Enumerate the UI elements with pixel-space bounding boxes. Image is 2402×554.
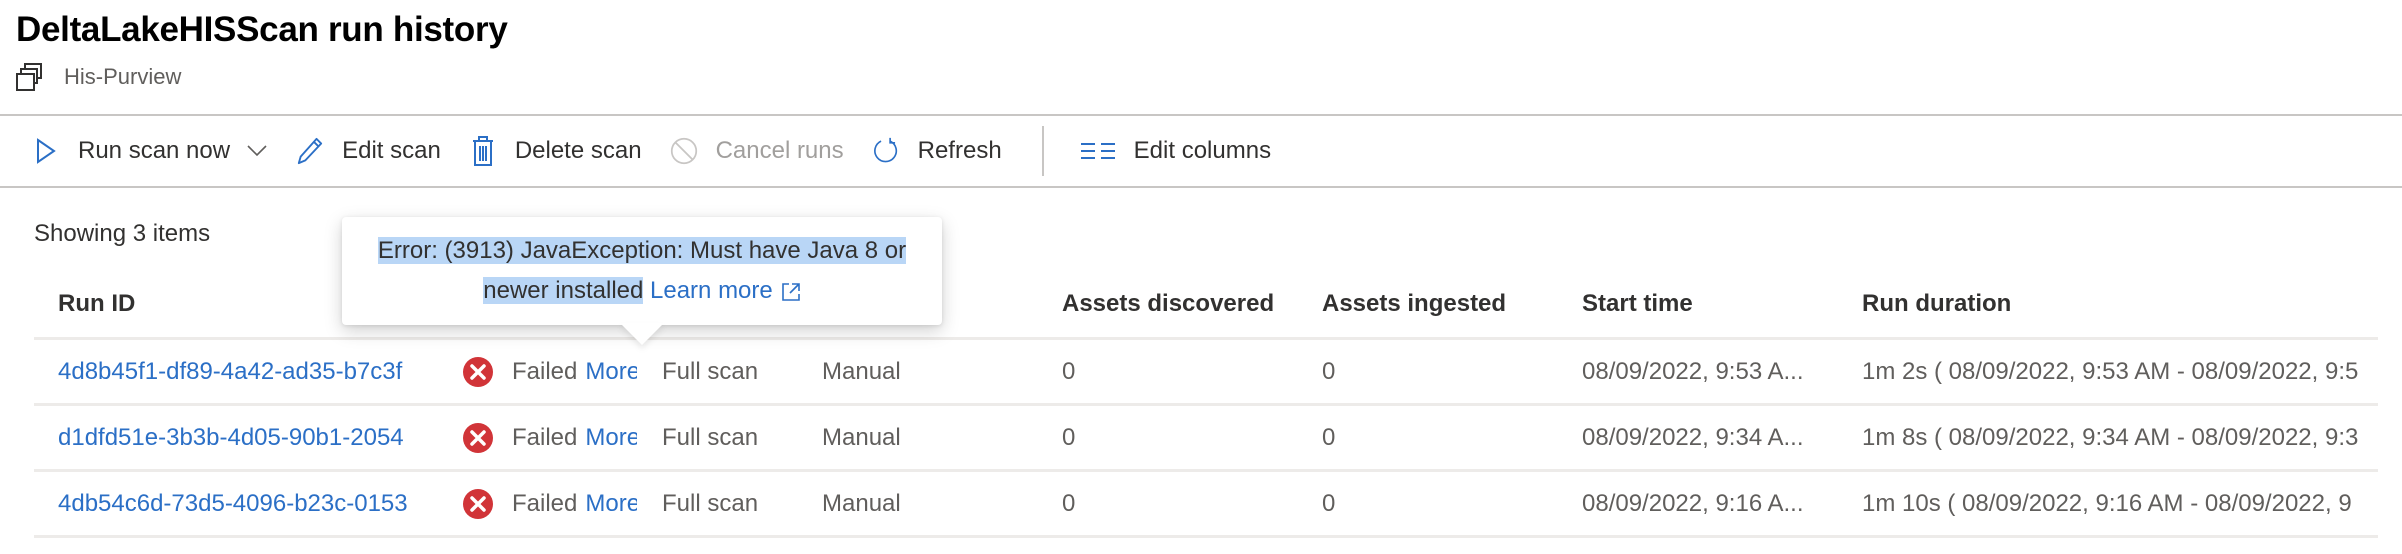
trigger-cell: Manual <box>822 357 901 385</box>
edit-scan-button[interactable]: Edit scan <box>296 116 441 186</box>
column-header-assets-ingested[interactable]: Assets ingested <box>1322 270 1572 337</box>
learn-more-label: Learn more <box>650 277 773 304</box>
edit-columns-button[interactable]: Edit columns <box>1080 116 1271 186</box>
run-scan-now-button[interactable]: Run scan now <box>32 116 268 186</box>
subtitle: His-Purview <box>16 62 181 92</box>
tooltip-arrow <box>620 323 664 345</box>
more-link[interactable]: More <box>585 490 637 518</box>
error-icon <box>463 488 493 519</box>
status-cell: Failed More <box>462 340 672 403</box>
status-text: Failed <box>512 357 578 385</box>
item-count: Showing 3 items <box>34 220 211 247</box>
trigger-cell: Manual <box>822 423 901 451</box>
status-text: Failed <box>512 423 578 451</box>
chevron-down-icon[interactable] <box>246 144 268 158</box>
error-icon <box>463 356 493 387</box>
play-icon <box>32 136 60 166</box>
table-row[interactable]: 4d8b45f1-df89-4a42-ad35-b7c3f Failed Mor… <box>34 340 2378 406</box>
error-tooltip: Error: (3913) JavaException: Must have J… <box>342 217 942 325</box>
run-duration-cell: 1m 8s ( 08/09/2022, 9:34 AM - 08/09/2022… <box>1862 423 2359 451</box>
page-title: DeltaLakeHISScan run history <box>16 10 508 49</box>
start-time-cell: 08/09/2022, 9:34 A... <box>1582 423 1804 451</box>
assets-ingested-cell: 0 <box>1322 489 1336 517</box>
run-scan-now-label: Run scan now <box>78 137 231 164</box>
pencil-icon <box>296 136 324 166</box>
cancel-runs-button[interactable]: Cancel runs <box>670 116 844 186</box>
edit-scan-label: Edit scan <box>342 137 441 164</box>
subtitle-text: His-Purview <box>64 64 182 89</box>
cancel-runs-label: Cancel runs <box>715 137 844 164</box>
more-link[interactable]: More <box>585 424 637 452</box>
toolbar-divider <box>1041 126 1044 176</box>
status-cell: Failed More <box>462 406 672 469</box>
column-header-run-duration[interactable]: Run duration <box>1862 270 2378 337</box>
assets-ingested-cell: 0 <box>1322 423 1336 451</box>
run-id-link[interactable]: 4db54c6d-73d5-4096-b23c-0153 <box>58 490 408 518</box>
assets-discovered-cell: 0 <box>1062 357 1076 385</box>
table-row[interactable]: 4db54c6d-73d5-4096-b23c-0153 Failed More… <box>34 472 2378 538</box>
run-duration-cell: 1m 2s ( 08/09/2022, 9:53 AM - 08/09/2022… <box>1862 357 2359 385</box>
edit-columns-label: Edit columns <box>1133 137 1272 164</box>
start-time-cell: 08/09/2022, 9:16 A... <box>1582 489 1804 517</box>
scan-type-cell: Full scan <box>662 489 759 517</box>
learn-more-link[interactable]: Learn more <box>650 277 801 304</box>
scan-type-cell: Full scan <box>662 423 759 451</box>
more-link[interactable]: More <box>585 358 637 386</box>
table-row[interactable]: d1dfd51e-3b3b-4d05-90b1-2054 Failed More… <box>34 406 2378 472</box>
delete-scan-button[interactable]: Delete scan <box>469 116 642 186</box>
refresh-button[interactable]: Refresh <box>872 116 1002 186</box>
trigger-cell: Manual <box>822 489 901 517</box>
error-message-line2: newer installed <box>483 277 644 304</box>
assets-ingested-cell: 0 <box>1322 357 1336 385</box>
refresh-label: Refresh <box>917 137 1002 164</box>
assets-discovered-cell: 0 <box>1062 489 1076 517</box>
status-text: Failed <box>512 489 578 517</box>
trash-icon <box>469 136 497 166</box>
collection-icon <box>16 63 42 91</box>
column-header-start-time[interactable]: Start time <box>1582 270 1852 337</box>
scan-type-cell: Full scan <box>662 357 759 385</box>
error-message-line1: Error: (3913) JavaException: Must have J… <box>377 237 907 264</box>
toolbar: Run scan now Edit scan Delete scan Cance… <box>0 114 2402 188</box>
run-id-link[interactable]: 4d8b45f1-df89-4a42-ad35-b7c3f <box>58 358 402 386</box>
status-cell: Failed More <box>462 472 672 535</box>
cancel-icon <box>670 136 698 166</box>
run-duration-cell: 1m 10s ( 08/09/2022, 9:16 AM - 08/09/202… <box>1862 489 2352 517</box>
refresh-icon <box>872 136 900 166</box>
column-header-assets-discovered[interactable]: Assets discovered <box>1062 270 1312 337</box>
start-time-cell: 08/09/2022, 9:53 A... <box>1582 357 1804 385</box>
external-link-icon <box>781 282 800 301</box>
error-icon <box>463 422 493 453</box>
columns-icon <box>1080 136 1116 166</box>
assets-discovered-cell: 0 <box>1062 423 1076 451</box>
run-id-link[interactable]: d1dfd51e-3b3b-4d05-90b1-2054 <box>58 424 404 452</box>
delete-scan-label: Delete scan <box>514 137 642 164</box>
